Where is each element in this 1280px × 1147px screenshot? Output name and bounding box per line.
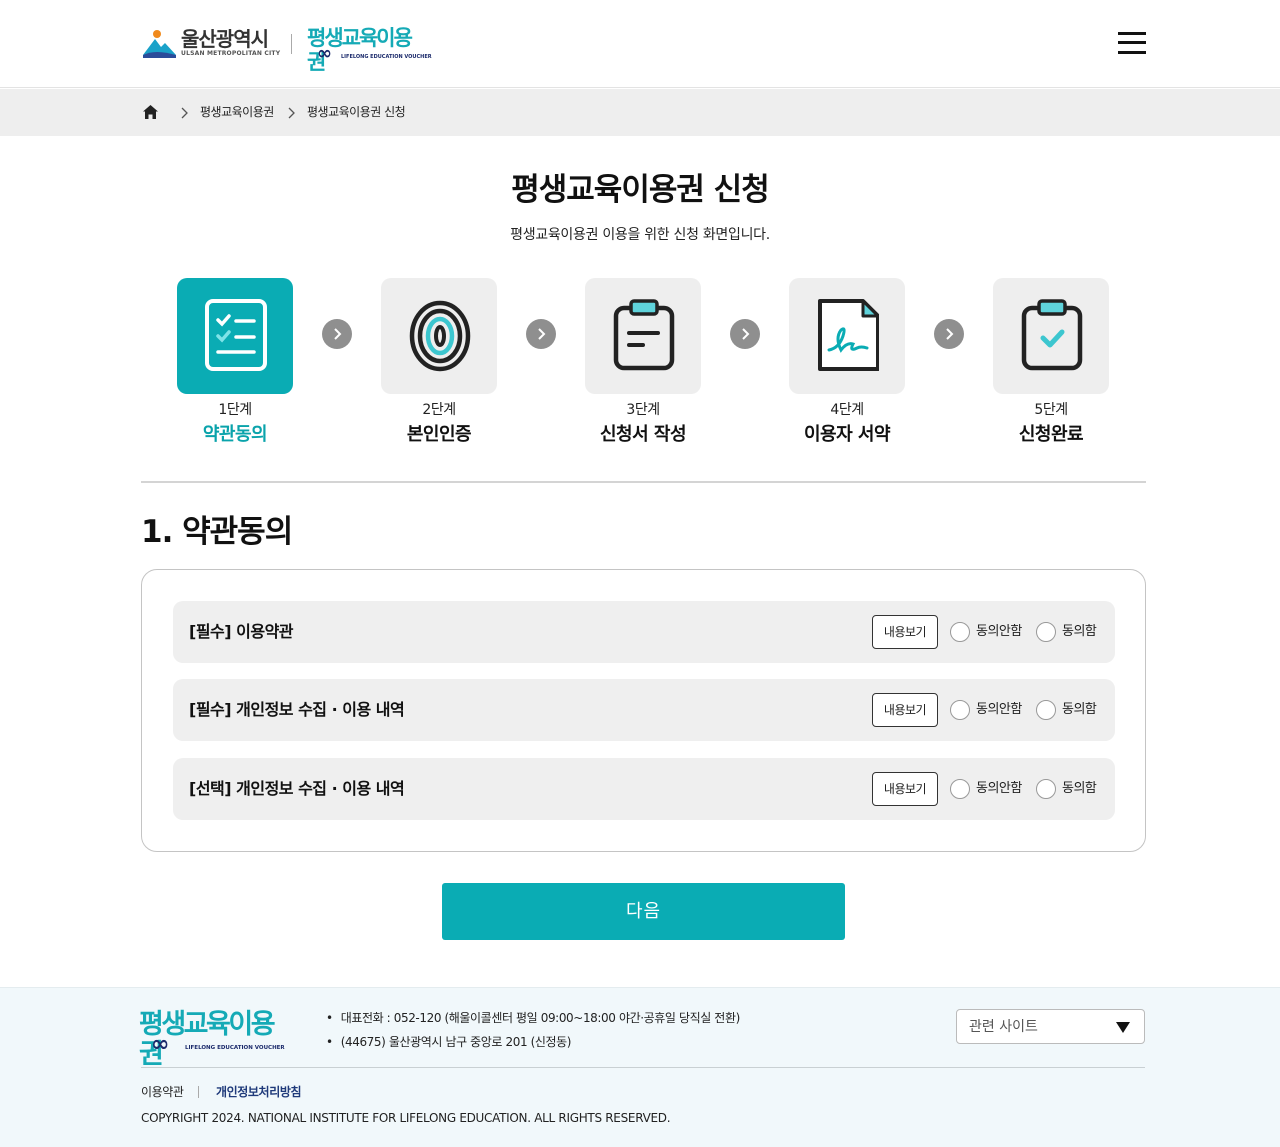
term-label: [필수] 이용약관 [189,622,294,641]
step-icon-box [381,278,497,394]
infinity-icon: ∞ [151,1032,170,1057]
section-divider [141,481,1146,483]
agree-radio[interactable] [1036,779,1056,799]
agree-radio[interactable] [1036,622,1056,642]
next-button[interactable]: 다음 [442,883,845,940]
view-content-button[interactable]: 내용보기 [872,772,938,806]
chevron-right-icon [180,105,190,119]
caret-down-icon [1116,1022,1130,1033]
step-number: 3단계 [626,402,660,418]
ulsan-city-logo[interactable]: 울산광역시 ULSAN METROPOLITAN CITY [141,26,280,60]
breadcrumb-item-apply[interactable]: 평생교육이용권 신청 [307,104,406,120]
agree-label[interactable]: 동의함 [1062,701,1097,719]
view-content-button[interactable]: 내용보기 [872,615,938,649]
voucher-logo-subtext: LIFELONG EDUCATION VOUCHER [341,54,432,60]
hamburger-menu-icon[interactable] [1118,30,1146,56]
voucher-logo[interactable]: 평생교육이용권 ∞ LIFELONG EDUCATION VOUCHER [307,26,432,74]
step-number: 2단계 [422,402,456,418]
agree-label[interactable]: 동의함 [1062,780,1097,798]
footer-voucher-logo[interactable]: 평생교육이용권 ∞ LIFELONG EDUCATION VOUCHER [139,1010,291,1070]
terms-agreement-box: [필수] 이용약관 내용보기 동의안함 동의함 [필수] 개인정보 수집 · 이… [141,569,1146,852]
home-icon[interactable] [142,104,159,120]
chevron-right-circle-icon [730,319,760,349]
city-logo-text: 울산광역시 [181,27,269,51]
disagree-label[interactable]: 동의안함 [976,701,1022,719]
step-number: 1단계 [218,402,252,418]
disagree-radio[interactable] [950,779,970,799]
step-name: 이용자 서약 [803,424,891,445]
step-icon-box [585,278,701,394]
clipboard-form-icon [613,299,675,371]
view-content-button[interactable]: 내용보기 [872,693,938,727]
step-icon-box [177,278,293,394]
agree-radio[interactable] [1036,700,1056,720]
chevron-right-circle-icon [526,319,556,349]
step-icon-box [789,278,905,394]
disagree-label[interactable]: 동의안함 [976,780,1022,798]
step-number: 5단계 [1034,402,1068,418]
step-icon-box [993,278,1109,394]
ulsan-mountain-logo-icon [141,27,177,59]
term-label: [선택] 개인정보 수집 · 이용 내역 [189,779,405,798]
infinity-icon: ∞ [317,43,332,64]
footer-divider [141,1067,1145,1068]
disagree-radio[interactable] [950,700,970,720]
signature-document-icon [818,299,879,371]
term-row-privacy-optional: [선택] 개인정보 수집 · 이용 내역 내용보기 동의안함 동의함 [173,758,1115,820]
site-header: 울산광역시 ULSAN METROPOLITAN CITY 평생교육이용권 ∞ … [0,0,1280,88]
step-name: 약관동의 [202,424,268,445]
step-name: 신청서 작성 [599,424,687,445]
step-name: 신청완료 [1018,424,1084,445]
footer-link-separator [198,1086,199,1098]
footer-address: (44675) 울산광역시 남구 중앙로 201 (신정동) [326,1034,572,1050]
breadcrumb: 평생교육이용권 평생교육이용권 신청 [0,89,1280,136]
disagree-radio[interactable] [950,622,970,642]
agree-label[interactable]: 동의함 [1062,623,1097,641]
logo-divider [291,34,292,54]
step-number: 4단계 [830,402,864,418]
city-logo-subtext: ULSAN METROPOLITAN CITY [181,50,281,57]
checklist-icon [205,299,267,371]
related-sites-select[interactable]: 관련 사이트 [956,1009,1145,1044]
page-title: 평생교육이용권 신청 [511,172,769,208]
related-sites-label: 관련 사이트 [969,1019,1038,1035]
chevron-right-icon [287,105,297,119]
chevron-right-circle-icon [934,319,964,349]
footer-phone: 대표전화 : 052-120 (해울이콜센터 평일 09:00~18:00 야간… [326,1010,741,1026]
step-name: 본인인증 [406,424,472,445]
copyright: COPYRIGHT 2024. NATIONAL INSTITUTE FOR L… [141,1111,671,1125]
chevron-right-circle-icon [322,319,352,349]
section-title: 1. 약관동의 [141,514,293,550]
term-row-terms-of-use: [필수] 이용약관 내용보기 동의안함 동의함 [173,601,1115,663]
clipboard-check-icon [1021,299,1083,371]
page-subtitle: 평생교육이용권 이용을 위한 신청 화면입니다. [510,227,770,243]
footer-link-privacy[interactable]: 개인정보처리방침 [216,1084,302,1100]
term-label: [필수] 개인정보 수집 · 이용 내역 [189,700,405,719]
footer-logo-subtext: LIFELONG EDUCATION VOUCHER [185,1045,285,1051]
footer-link-terms[interactable]: 이용약관 [141,1084,184,1100]
breadcrumb-item-voucher[interactable]: 평생교육이용권 [200,104,274,120]
fingerprint-icon [409,300,471,372]
disagree-label[interactable]: 동의안함 [976,623,1022,641]
term-row-privacy-required: [필수] 개인정보 수집 · 이용 내역 내용보기 동의안함 동의함 [173,679,1115,741]
site-footer: 평생교육이용권 ∞ LIFELONG EDUCATION VOUCHER 대표전… [0,987,1280,1147]
